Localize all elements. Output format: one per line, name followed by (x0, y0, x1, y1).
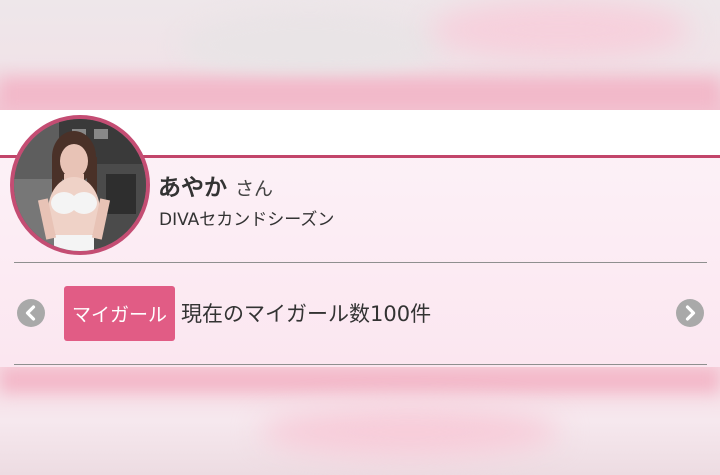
name-honorific: さん (235, 178, 274, 200)
next-button[interactable] (676, 299, 704, 327)
divider-top (14, 262, 707, 263)
profile-name-row: あやか さん (158, 168, 273, 202)
divider-bottom (14, 364, 707, 365)
chevron-right-icon (685, 305, 696, 321)
profile-name[interactable]: あやか (158, 175, 227, 201)
blurred-background-top (0, 0, 720, 110)
shop-name[interactable]: DIVAセカンドシーズン (159, 205, 334, 230)
mygirl-card: あやか さん DIVAセカンドシーズン マイガール 現在のマイガール数100件 (0, 110, 720, 367)
blurred-background-bottom (0, 367, 720, 475)
mygirl-count-text: 現在のマイガール数100件 (181, 302, 432, 326)
chevron-left-icon (25, 305, 36, 321)
profile-photo-icon (14, 119, 146, 251)
avatar[interactable] (10, 115, 150, 255)
mygirl-badge[interactable]: マイガール (64, 286, 175, 341)
prev-button[interactable] (17, 299, 45, 327)
